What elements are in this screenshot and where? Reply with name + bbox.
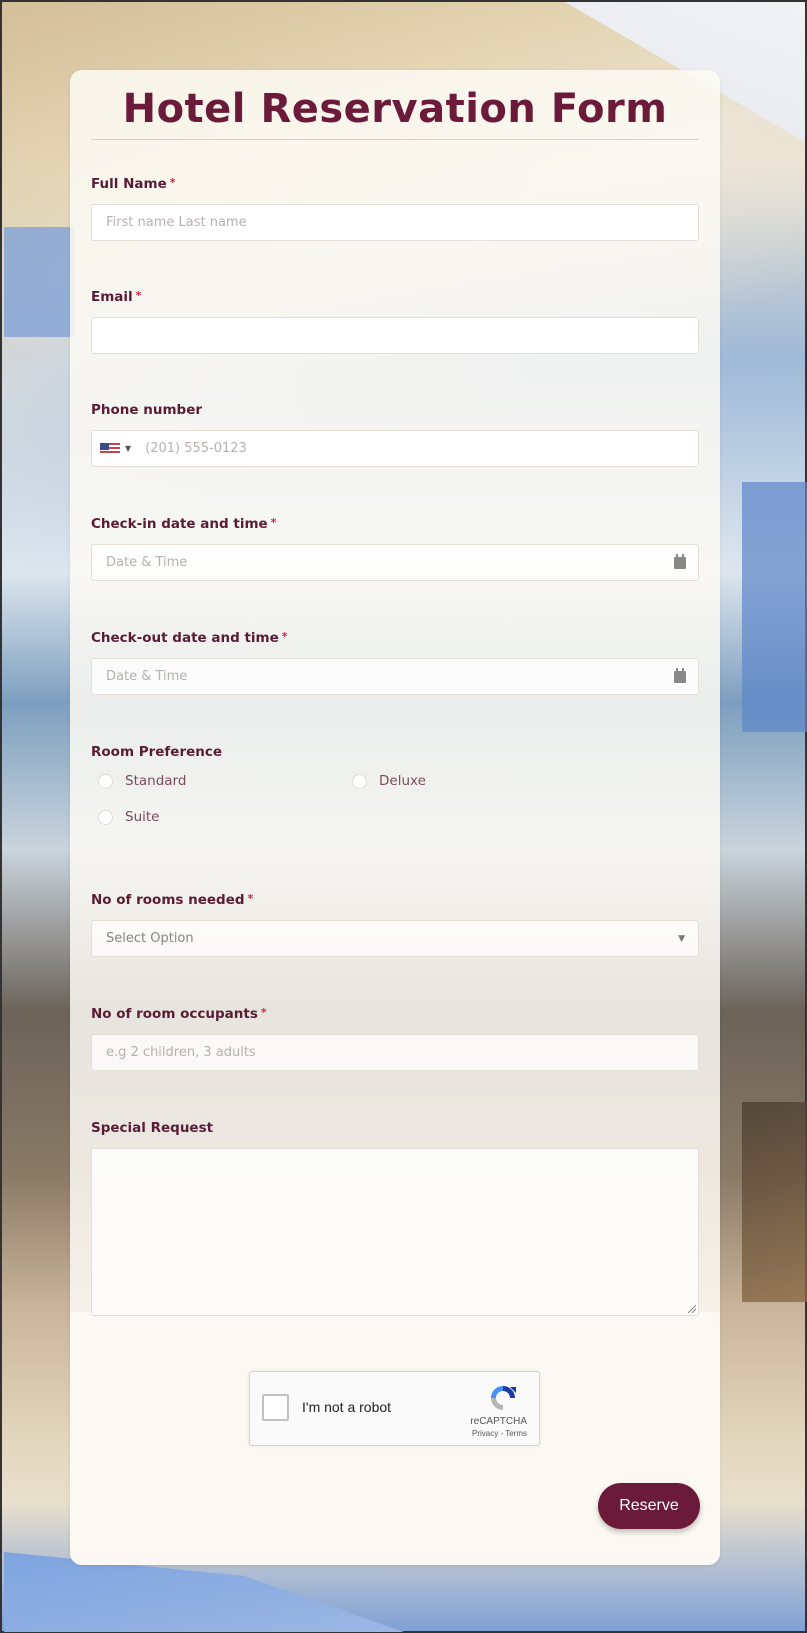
background-decoration [742,1102,807,1302]
recaptcha-label: I'm not a robot [302,1399,392,1415]
radio-label: Suite [125,809,160,825]
occupants-field: No of room occupants * e.g 2 children, 3 … [91,1006,699,1071]
phone-field: Phone number ▼ (201) 555-0123 [91,402,699,467]
radio-button[interactable] [352,773,367,789]
checkin-input[interactable]: Date & Time [91,544,699,581]
occupants-placeholder: e.g 2 children, 3 adults [106,1045,256,1060]
background-decoration [4,227,74,337]
special-request-textarea[interactable] [91,1148,699,1316]
full-name-input[interactable]: First name Last name [91,204,699,241]
rooms-needed-label-text: No of rooms needed [91,892,245,908]
rooms-needed-field: No of rooms needed * Select Option ▼ [91,892,699,957]
terms-link[interactable]: Terms [505,1429,527,1438]
room-preference-field: Room Preference Standard Deluxe Suite [91,744,699,832]
recaptcha-brand: reCAPTCHA [470,1416,527,1427]
required-mark: * [247,892,254,905]
full-name-field: Full Name * First name Last name [91,176,699,241]
rooms-needed-select[interactable]: Select Option ▼ [91,920,699,957]
checkout-label: Check-out date and time * [91,630,699,650]
radio-option-deluxe[interactable]: Deluxe [345,773,599,789]
full-name-placeholder: First name Last name [106,215,247,230]
radio-label: Deluxe [379,773,426,789]
checkout-field: Check-out date and time * Date & Time [91,630,699,695]
radio-group-row: Standard Deluxe [91,766,699,796]
calendar-icon[interactable] [674,668,686,683]
phone-label: Phone number [91,402,203,418]
email-input[interactable] [91,317,699,354]
reserve-button[interactable]: Reserve [598,1483,700,1529]
required-mark: * [260,1006,267,1019]
calendar-icon[interactable] [674,554,686,569]
phone-input[interactable]: ▼ (201) 555-0123 [91,430,699,467]
radio-group-row: Suite [91,802,699,832]
recaptcha-widget: I'm not a robot reCAPTCHA Privacy - Term… [249,1371,540,1446]
checkout-placeholder: Date & Time [106,669,188,684]
country-dropdown-caret-icon[interactable]: ▼ [125,444,131,453]
email-field: Email * [91,289,699,354]
special-request-label: Special Request [91,1120,214,1136]
checkin-label: Check-in date and time * [91,516,699,536]
resize-handle-icon[interactable] [688,1305,696,1313]
required-mark: * [169,176,176,189]
phone-placeholder: (201) 555-0123 [145,441,247,456]
occupants-label: No of room occupants * [91,1006,699,1026]
occupants-label-text: No of room occupants [91,1006,258,1022]
checkout-label-text: Check-out date and time [91,630,279,646]
radio-option-standard[interactable]: Standard [91,773,345,789]
recaptcha-checkbox[interactable] [262,1394,289,1421]
occupants-input[interactable]: e.g 2 children, 3 adults [91,1034,699,1071]
room-preference-label: Room Preference [91,744,223,760]
rooms-needed-placeholder: Select Option [106,931,194,946]
reservation-form: Hotel Reservation Form Full Name * First … [70,70,720,1565]
chevron-down-icon[interactable]: ▼ [678,934,685,944]
email-label-text: Email [91,289,133,305]
checkin-label-text: Check-in date and time [91,516,268,532]
full-name-label-text: Full Name [91,176,167,192]
title-divider [91,139,699,140]
recaptcha-logo-icon [491,1386,516,1410]
required-mark: * [281,630,288,643]
privacy-link[interactable]: Privacy [472,1429,498,1438]
radio-button[interactable] [98,809,113,825]
special-request-field: Special Request [91,1120,699,1316]
background-decoration [742,482,807,732]
radio-option-suite[interactable]: Suite [91,809,345,825]
us-flag-icon[interactable] [100,442,120,455]
email-label: Email * [91,289,699,309]
required-mark: * [135,289,142,302]
checkout-input[interactable]: Date & Time [91,658,699,695]
checkin-placeholder: Date & Time [106,555,188,570]
recaptcha-links: Privacy - Terms [472,1429,527,1438]
radio-button[interactable] [98,773,113,789]
radio-label: Standard [125,773,187,789]
form-title: Hotel Reservation Form [122,86,668,132]
full-name-label: Full Name * [91,176,699,196]
required-mark: * [270,516,277,529]
rooms-needed-label: No of rooms needed * [91,892,699,912]
checkin-field: Check-in date and time * Date & Time [91,516,699,581]
